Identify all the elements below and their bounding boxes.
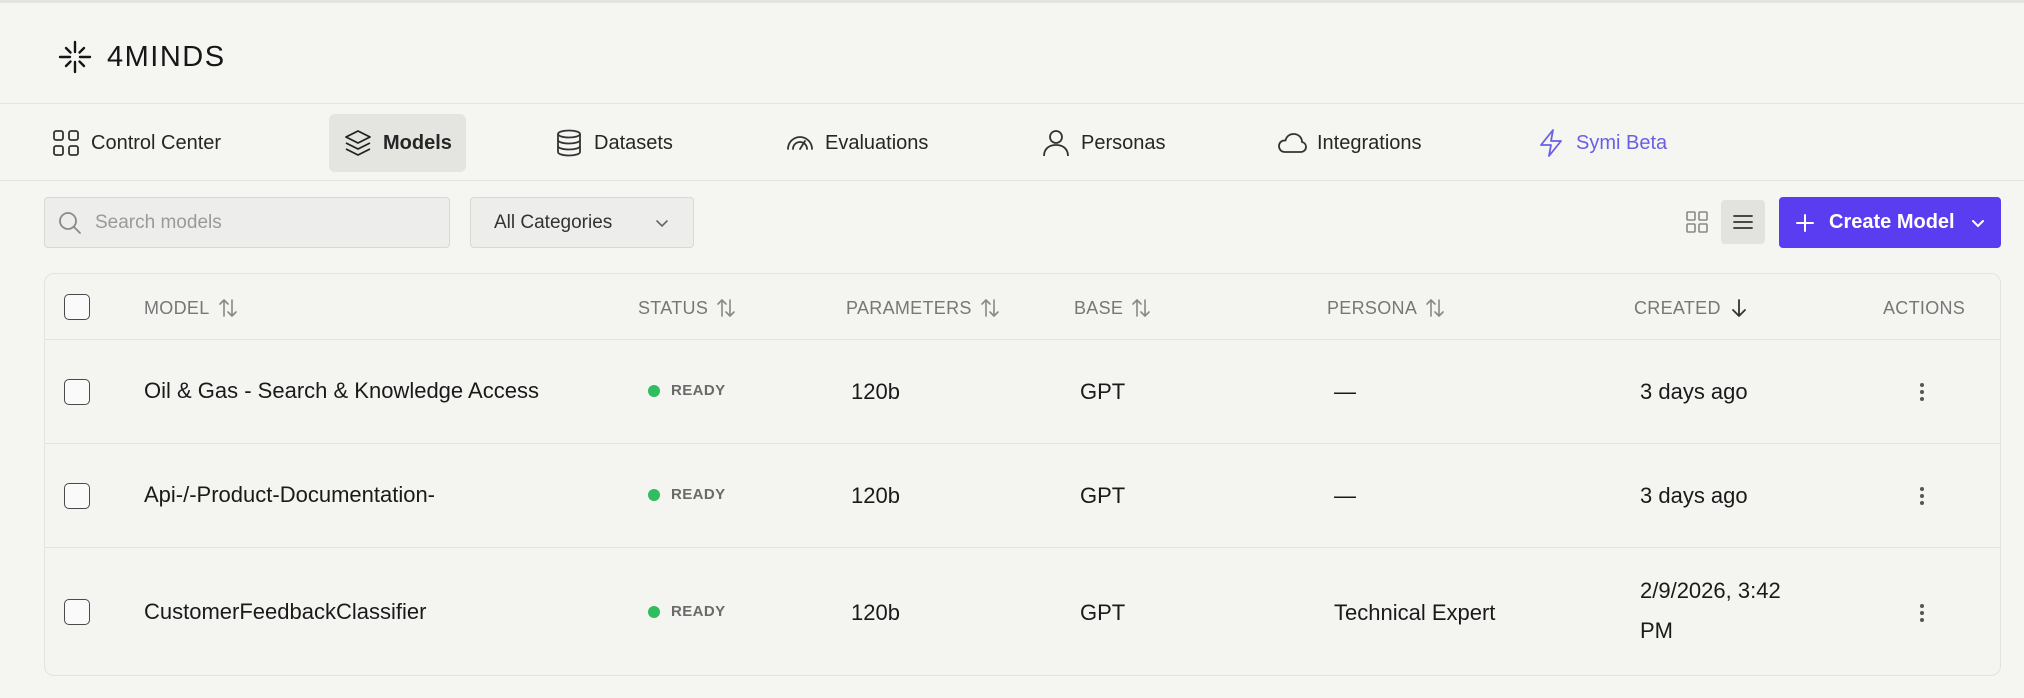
column-persona[interactable]: PERSONA xyxy=(1327,296,1447,320)
cloud-icon xyxy=(1278,133,1307,153)
column-label: CREATED xyxy=(1634,297,1721,318)
list-view-icon xyxy=(1733,215,1753,229)
list-view-toggle[interactable] xyxy=(1721,200,1765,244)
nav-evaluations[interactable]: Evaluations xyxy=(771,114,942,172)
row-checkbox[interactable] xyxy=(64,483,90,509)
created-value: 3 days ago xyxy=(1640,379,1748,404)
column-label: ACTIONS xyxy=(1883,298,1966,318)
parameters-value: 120b xyxy=(851,379,900,404)
status-dot xyxy=(648,384,660,397)
status-label: READY xyxy=(671,486,726,503)
table-row[interactable]: Oil & Gas - Search & Knowledge Access RE… xyxy=(45,340,2000,444)
nav-label: Datasets xyxy=(594,131,673,154)
select-all-checkbox[interactable] xyxy=(64,294,90,320)
model-name[interactable]: Oil & Gas - Search & Knowledge Access xyxy=(144,378,539,404)
row-actions-menu-icon[interactable] xyxy=(1910,481,1934,511)
persona-value: — xyxy=(1334,379,1356,404)
layers-icon xyxy=(345,130,371,156)
table-row[interactable]: CustomerFeedbackClassifier READY 120b GP… xyxy=(45,548,2000,675)
sort-icon xyxy=(1132,299,1151,317)
category-value: All Categories xyxy=(494,211,613,233)
nav-label: Evaluations xyxy=(825,131,929,154)
status-badge: READY xyxy=(648,603,726,620)
column-created[interactable]: CREATED xyxy=(1634,296,1751,320)
column-label: PERSONA xyxy=(1327,297,1418,318)
nav-control-center[interactable]: Control Center xyxy=(37,114,235,172)
sort-icon xyxy=(1426,299,1444,317)
lightning-icon xyxy=(1540,129,1562,157)
nav-label: Control Center xyxy=(91,131,222,154)
user-icon xyxy=(1043,130,1069,157)
persona-value: Technical Expert xyxy=(1334,600,1496,625)
status-label: READY xyxy=(671,603,726,620)
base-value: GPT xyxy=(1080,483,1126,508)
brand-name: 4MINDS xyxy=(107,40,226,73)
model-name[interactable]: Api-/-Product-Documentation- xyxy=(144,482,435,508)
column-label: MODEL xyxy=(144,297,210,318)
parameters-value: 120b xyxy=(851,600,900,625)
column-parameters[interactable]: PARAMETERS xyxy=(846,296,1002,320)
grid-view-toggle[interactable] xyxy=(1675,200,1719,244)
column-actions: ACTIONS xyxy=(1883,298,1965,319)
create-model-label: Create Model xyxy=(1829,211,1955,233)
table-row[interactable]: Api-/-Product-Documentation- READY 120b … xyxy=(45,444,2000,548)
nav-personas[interactable]: Personas xyxy=(1027,114,1180,172)
nav-integrations[interactable]: Integrations xyxy=(1263,114,1436,172)
nav-label: Symi Beta xyxy=(1576,131,1668,154)
nav-label: Models xyxy=(383,131,452,154)
column-label: STATUS xyxy=(638,297,709,318)
status-badge: READY xyxy=(648,486,726,503)
status-dot xyxy=(648,605,660,618)
nav-label: Integrations xyxy=(1317,131,1422,154)
row-checkbox[interactable] xyxy=(64,379,90,405)
column-base[interactable]: BASE xyxy=(1074,296,1153,320)
grid-icon xyxy=(53,130,79,156)
sort-icon xyxy=(218,299,237,317)
row-actions-menu-icon[interactable] xyxy=(1910,598,1934,628)
status-label: READY xyxy=(671,382,726,399)
created-value: 3 days ago xyxy=(1640,483,1748,508)
column-model[interactable]: MODEL xyxy=(144,296,240,320)
grid-view-icon xyxy=(1686,211,1708,233)
column-status[interactable]: STATUS xyxy=(638,296,738,320)
database-icon xyxy=(557,129,581,157)
search-icon xyxy=(59,211,81,234)
category-select[interactable]: All Categories xyxy=(470,197,694,248)
parameters-value: 120b xyxy=(851,483,900,508)
plus-icon xyxy=(1796,213,1814,232)
nav-label: Personas xyxy=(1081,131,1166,154)
base-value: GPT xyxy=(1080,379,1126,404)
chevron-down-icon xyxy=(1971,219,1984,227)
nav-datasets[interactable]: Datasets xyxy=(540,114,687,172)
main-nav: Control Center Models Datasets Evaluatio… xyxy=(0,104,2024,181)
search-input[interactable] xyxy=(95,211,435,234)
nav-models[interactable]: Models xyxy=(329,114,466,172)
table-header: MODEL STATUS PARAMETERS BASE PERSONA CRE… xyxy=(45,274,2000,340)
column-label: PARAMETERS xyxy=(846,297,972,318)
models-table: MODEL STATUS PARAMETERS BASE PERSONA CRE… xyxy=(44,273,2001,676)
gauge-icon xyxy=(787,136,813,150)
row-checkbox[interactable] xyxy=(64,599,90,625)
sort-icon xyxy=(717,299,735,317)
search-box[interactable] xyxy=(44,197,450,248)
sort-desc-icon xyxy=(1731,299,1746,317)
status-badge: READY xyxy=(648,382,726,399)
created-value: 2/9/2026, 3:42 PM xyxy=(1640,578,1781,643)
chevron-down-icon xyxy=(656,220,668,228)
base-value: GPT xyxy=(1080,600,1126,625)
brand-logo[interactable]: 4MINDS xyxy=(57,39,226,75)
persona-value: — xyxy=(1334,483,1356,508)
nav-symi-beta[interactable]: Symi Beta xyxy=(1522,114,1681,172)
create-model-button[interactable]: Create Model xyxy=(1779,197,2001,248)
column-label: BASE xyxy=(1074,297,1124,318)
status-dot xyxy=(648,488,660,501)
model-name[interactable]: CustomerFeedbackClassifier xyxy=(144,599,426,625)
row-actions-menu-icon[interactable] xyxy=(1910,377,1934,407)
sort-icon xyxy=(980,299,999,317)
app-header: 4MINDS xyxy=(0,3,2024,104)
sparkle-logo-icon xyxy=(58,40,92,74)
